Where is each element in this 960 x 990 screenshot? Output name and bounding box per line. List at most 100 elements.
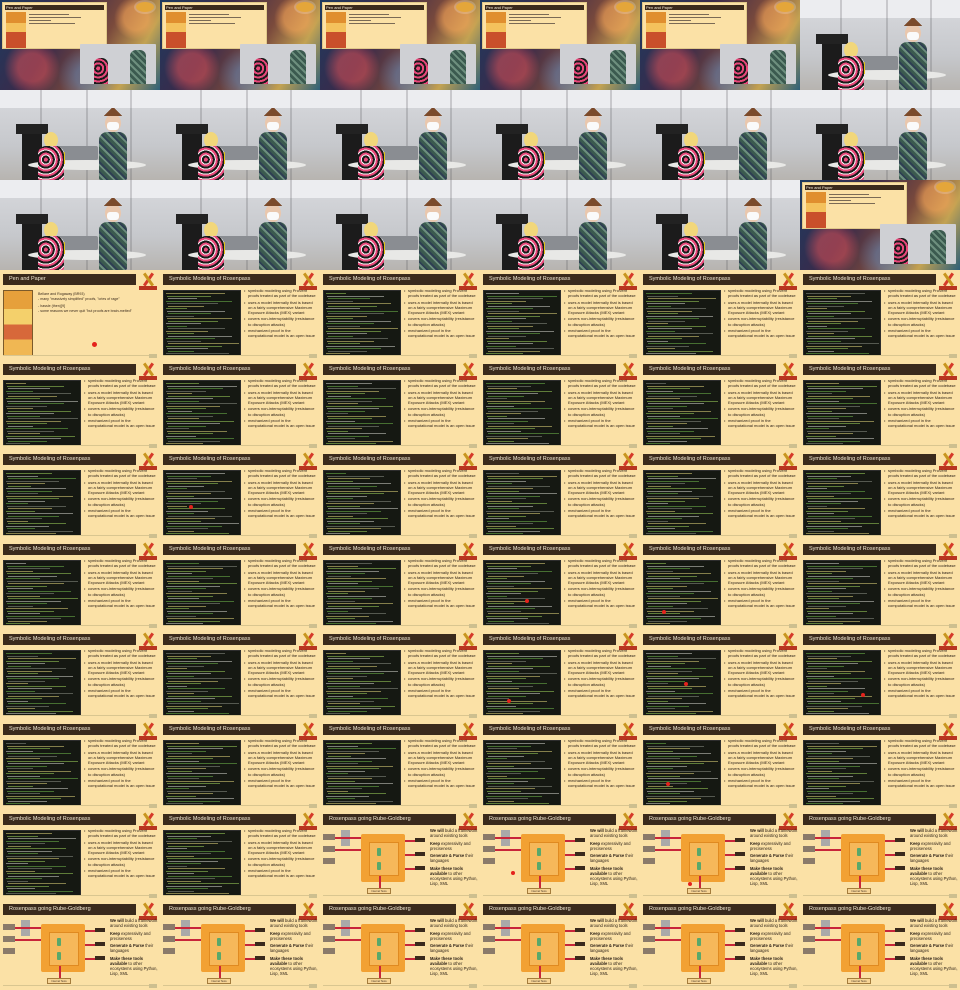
slide-frame-symbolic-modeling[interactable]: Symbolic Modeling of Rosenpass symbolic … (0, 450, 160, 540)
terminal-line (487, 790, 521, 792)
slide-frame-symbolic-modeling[interactable]: Symbolic Modeling of Rosenpass symbolic … (480, 540, 640, 630)
slide-frame-symbolic-modeling[interactable]: Symbolic Modeling of Rosenpass symbolic … (0, 720, 160, 810)
slide-frame-symbolic-modeling[interactable]: Symbolic Modeling of Rosenpass symbolic … (160, 720, 320, 810)
wall-strip (160, 180, 320, 198)
diagram-arrow (725, 854, 735, 856)
slide-with-stream-frame[interactable]: Pen and Paper (320, 0, 480, 90)
slide-frame-symbolic-modeling[interactable]: Symbolic Modeling of Rosenpass symbolic … (640, 630, 800, 720)
diagram-arrow (175, 927, 201, 929)
bullet-item: symbolic modeling using ProVerif proofs … (724, 738, 796, 748)
video-frame[interactable] (160, 180, 320, 270)
terminal-line (328, 583, 358, 584)
terminal-line (486, 503, 547, 504)
slide-frame-symbolic-modeling[interactable]: Symbolic Modeling of Rosenpass symbolic … (0, 360, 160, 450)
slide-frame-symbolic-modeling[interactable]: Symbolic Modeling of Rosenpass symbolic … (480, 630, 640, 720)
slide-frame-symbolic-modeling[interactable]: Symbolic Modeling of Rosenpass symbolic … (640, 270, 800, 360)
bullet-item: covers non-interruptability (resistance … (564, 676, 636, 686)
slide-frame-symbolic-modeling[interactable]: Symbolic Modeling of Rosenpass symbolic … (800, 360, 960, 450)
slide-frame-symbolic-modeling[interactable]: Symbolic Modeling of Rosenpass symbolic … (160, 450, 320, 540)
slide-frame-symbolic-modeling[interactable]: Symbolic Modeling of Rosenpass symbolic … (640, 720, 800, 810)
presenter-dress (99, 222, 127, 270)
terminal-line (327, 618, 355, 619)
terminal-line (168, 868, 225, 869)
slide-frame-pen-and-paper[interactable]: Pen and Paper Bellare and Rogaway (BR93)… (0, 270, 160, 360)
terminal-line (647, 670, 692, 672)
video-frame[interactable] (800, 90, 960, 180)
slide-frame-symbolic-modeling[interactable]: Symbolic Modeling of Rosenpass symbolic … (800, 450, 960, 540)
diagram-output-node (735, 866, 745, 870)
slide-frame-rube-goldberg[interactable]: Rosenpass going Rube-Goldberg Internal T… (640, 900, 800, 990)
slide-frame-symbolic-modeling[interactable]: Symbolic Modeling of Rosenpass symbolic … (480, 360, 640, 450)
presenter-dress (838, 56, 864, 90)
slide-frame-symbolic-modeling[interactable]: Symbolic Modeling of Rosenpass symbolic … (320, 630, 480, 720)
slide-frame-symbolic-modeling[interactable]: Symbolic Modeling of Rosenpass symbolic … (160, 810, 320, 900)
slide-frame-symbolic-modeling[interactable]: Symbolic Modeling of Rosenpass symbolic … (160, 270, 320, 360)
terminal-line (488, 305, 550, 307)
terminal-line (8, 890, 73, 892)
slide-frame-rube-goldberg[interactable]: Rosenpass going Rube-Goldberg Internal T… (160, 900, 320, 990)
bullet-list: symbolic modeling using ProVerif proofs … (564, 558, 636, 610)
slide-with-stream-frame[interactable]: Pen and Paper (800, 180, 960, 270)
slide-frame-symbolic-modeling[interactable]: Symbolic Modeling of Rosenpass symbolic … (800, 720, 960, 810)
video-frame[interactable] (320, 180, 480, 270)
slide-frame-symbolic-modeling[interactable]: Symbolic Modeling of Rosenpass symbolic … (480, 450, 640, 540)
slide-frame-symbolic-modeling[interactable]: Symbolic Modeling of Rosenpass symbolic … (160, 630, 320, 720)
slide-with-stream-frame[interactable]: Pen and Paper (160, 0, 320, 90)
slide-frame-symbolic-modeling[interactable]: Symbolic Modeling of Rosenpass symbolic … (640, 540, 800, 630)
terminal-screenshot (163, 740, 241, 806)
video-frame[interactable] (0, 180, 160, 270)
bullet-list: symbolic modeling using ProVerif proofs … (244, 648, 316, 700)
video-frame[interactable] (640, 180, 800, 270)
slide-frame-rube-goldberg[interactable]: Rosenpass going Rube-Goldberg Internal T… (800, 900, 960, 990)
slide-frame-rube-goldberg[interactable]: Rosenpass going Rube-Goldberg Internal T… (480, 810, 640, 900)
slide-frame-rube-goldberg[interactable]: Rosenpass going Rube-Goldberg Internal T… (480, 900, 640, 990)
video-frame[interactable] (640, 90, 800, 180)
video-frame[interactable] (480, 180, 640, 270)
slide-frame-symbolic-modeling[interactable]: Symbolic Modeling of Rosenpass symbolic … (640, 450, 800, 540)
slide-with-stream-frame[interactable]: Pen and Paper (480, 0, 640, 90)
diagram-arrow (725, 958, 735, 960)
slide-frame-symbolic-modeling[interactable]: Symbolic Modeling of Rosenpass symbolic … (320, 720, 480, 810)
terminal-line (166, 390, 206, 392)
diagram-green-node (857, 862, 861, 870)
slide-frame-rube-goldberg[interactable]: Rosenpass going Rube-Goldberg Internal T… (0, 900, 160, 990)
slide-frame-symbolic-modeling[interactable]: Symbolic Modeling of Rosenpass symbolic … (320, 270, 480, 360)
slide-frame-symbolic-modeling[interactable]: Symbolic Modeling of Rosenpass symbolic … (320, 540, 480, 630)
diagram-output-node (95, 942, 105, 946)
video-frame[interactable] (480, 90, 640, 180)
slide-frame-symbolic-modeling[interactable]: Symbolic Modeling of Rosenpass symbolic … (320, 450, 480, 540)
slide-frame-symbolic-modeling[interactable]: Symbolic Modeling of Rosenpass symbolic … (800, 540, 960, 630)
terminal-screenshot (643, 290, 721, 356)
slide-frame-rube-goldberg[interactable]: Rosenpass going Rube-Goldberg Internal T… (320, 810, 480, 900)
video-frame[interactable] (0, 90, 160, 180)
slide-frame-symbolic-modeling[interactable]: Symbolic Modeling of Rosenpass symbolic … (0, 540, 160, 630)
slide-frame-symbolic-modeling[interactable]: Symbolic Modeling of Rosenpass symbolic … (800, 630, 960, 720)
diagram-output-node (255, 942, 265, 946)
laser-pointer-dot (861, 693, 865, 697)
terminal-line (807, 700, 841, 702)
slide-frame-rube-goldberg[interactable]: Rosenpass going Rube-Goldberg Internal T… (640, 810, 800, 900)
slide-frame-rube-goldberg[interactable]: Rosenpass going Rube-Goldberg Internal T… (320, 900, 480, 990)
bullet-item: mechanized proof in the computational mo… (84, 868, 156, 878)
slide-with-stream-frame[interactable]: Pen and Paper (640, 0, 800, 90)
terminal-line (647, 565, 704, 567)
slide-frame-symbolic-modeling[interactable]: Symbolic Modeling of Rosenpass symbolic … (320, 360, 480, 450)
slide-frame-symbolic-modeling[interactable]: Symbolic Modeling of Rosenpass symbolic … (0, 810, 160, 900)
slide-frame-symbolic-modeling[interactable]: Symbolic Modeling of Rosenpass symbolic … (160, 360, 320, 450)
terminal-line (488, 343, 533, 344)
slide-frame-symbolic-modeling[interactable]: Symbolic Modeling of Rosenpass symbolic … (800, 270, 960, 360)
terminal-line (166, 585, 220, 587)
video-frame[interactable] (160, 90, 320, 180)
slide-frame-symbolic-modeling[interactable]: Symbolic Modeling of Rosenpass symbolic … (480, 720, 640, 810)
terminal-line (646, 480, 699, 482)
slide-frame-symbolic-modeling[interactable]: Symbolic Modeling of Rosenpass symbolic … (640, 360, 800, 450)
presenter-dress (518, 236, 544, 270)
video-frame[interactable] (800, 0, 960, 90)
slide-line: - many "massively simplified" proofs, "c… (38, 297, 120, 301)
slide-frame-rube-goldberg[interactable]: Rosenpass going Rube-Goldberg Internal T… (800, 810, 960, 900)
slide-with-stream-frame[interactable]: Pen and Paper (0, 0, 160, 90)
video-frame[interactable] (320, 90, 480, 180)
slide-frame-symbolic-modeling[interactable]: Symbolic Modeling of Rosenpass symbolic … (0, 630, 160, 720)
slide-frame-symbolic-modeling[interactable]: Symbolic Modeling of Rosenpass symbolic … (160, 540, 320, 630)
slide-frame-symbolic-modeling[interactable]: Symbolic Modeling of Rosenpass symbolic … (480, 270, 640, 360)
